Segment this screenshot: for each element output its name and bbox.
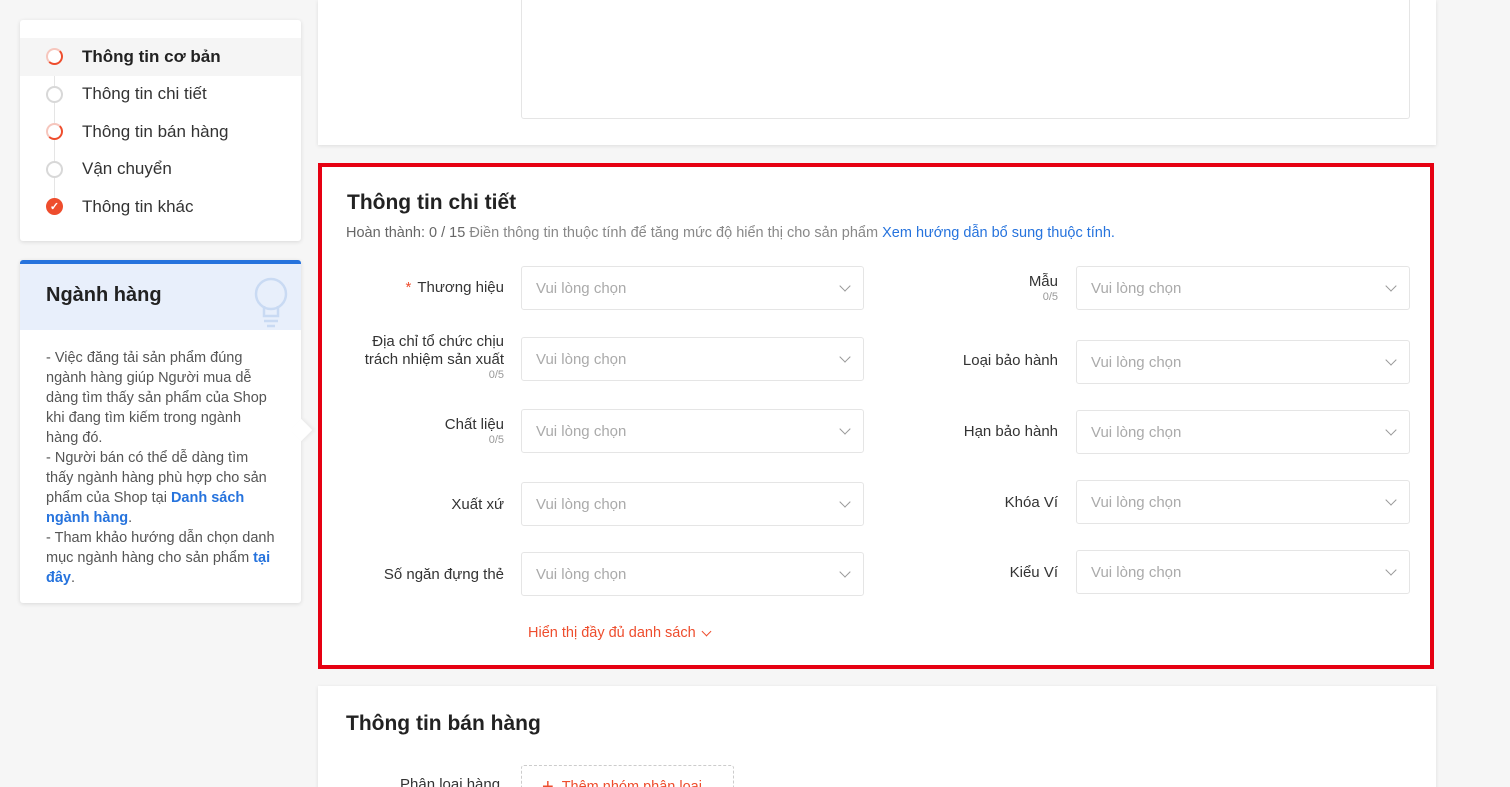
field-label-wallet-lock: Khóa Ví — [902, 494, 1058, 512]
select-placeholder: Vui lòng chọn — [1091, 423, 1182, 441]
tip-text: . — [128, 510, 133, 526]
chevron-down-icon — [701, 626, 712, 636]
attribute-guide-link[interactable]: Xem hướng dẫn bổ sung thuộc tính. — [882, 225, 1115, 241]
tip-title: Ngành hàng — [46, 284, 162, 306]
label-text: Địa chỉ tổ chức chịu trách nhiệm sản xuấ… — [364, 333, 504, 368]
progress-hint: Điền thông tin thuộc tính để tăng mức độ… — [469, 225, 879, 241]
model-select[interactable]: Vui lòng chọn — [1076, 266, 1410, 310]
basic-info-card — [318, 0, 1436, 145]
warranty-period-select[interactable]: Vui lòng chọn — [1076, 410, 1410, 454]
nav-item-other-info[interactable]: ✓ Thông tin khác — [20, 188, 301, 226]
material-select[interactable]: Vui lòng chọn — [521, 409, 864, 453]
select-placeholder: Vui lòng chọn — [536, 422, 627, 440]
tip-paragraph: - Người bán có thể dễ dàng tìm thấy ngàn… — [46, 448, 275, 528]
field-label-brand: * Thương hiệu — [346, 279, 504, 297]
tip-paragraph: - Việc đăng tải sản phẩm đúng ngành hàng… — [46, 350, 267, 446]
chevron-down-icon — [839, 423, 851, 435]
description-textarea[interactable] — [521, 0, 1410, 119]
select-placeholder: Vui lòng chọn — [1091, 279, 1182, 297]
nav-item-label: Thông tin cơ bản — [82, 46, 221, 66]
label-text: Số ngăn đựng thẻ — [383, 566, 504, 583]
counter: 0/5 — [488, 434, 504, 446]
nav-item-detail-info[interactable]: Thông tin chi tiết — [20, 76, 301, 114]
nav-item-sales-info[interactable]: Thông tin bán hàng — [20, 113, 301, 151]
field-label-card-slots: Số ngăn đựng thẻ — [346, 566, 504, 584]
counter: 0/5 — [1042, 291, 1058, 303]
select-placeholder: Vui lòng chọn — [1091, 563, 1182, 581]
required-mark: * — [405, 279, 412, 296]
chevron-down-icon — [839, 566, 851, 578]
nav-item-label: Thông tin khác — [82, 196, 194, 216]
section-title: Thông tin chi tiết — [347, 191, 517, 214]
field-label-manufacturer-address: Địa chỉ tổ chức chịu trách nhiệm sản xuấ… — [342, 333, 504, 382]
nav-item-label: Vận chuyển — [82, 159, 172, 179]
origin-select[interactable]: Vui lòng chọn — [521, 482, 864, 526]
brand-select[interactable]: Vui lòng chọn — [521, 266, 864, 310]
label-text: Hạn bảo hành — [963, 423, 1058, 440]
empty-circle-icon — [46, 85, 63, 103]
label-text: Xuất xứ — [451, 496, 504, 513]
chevron-down-icon — [1385, 494, 1397, 506]
add-variation-group-button[interactable]: + Thêm nhóm phân loại — [521, 765, 734, 787]
progress-ring-icon — [46, 123, 63, 141]
label-text: Thương hiệu — [417, 279, 504, 296]
empty-circle-icon — [46, 160, 63, 178]
field-label-warranty-period: Hạn bảo hành — [902, 423, 1058, 441]
field-label-warranty-type: Loại bảo hành — [902, 352, 1058, 370]
nav-item-label: Thông tin bán hàng — [82, 121, 229, 141]
manufacturer-address-select[interactable]: Vui lòng chọn — [521, 337, 864, 381]
chevron-down-icon — [839, 280, 851, 292]
select-placeholder: Vui lòng chọn — [536, 350, 627, 368]
select-placeholder: Vui lòng chọn — [536, 565, 627, 583]
chevron-down-icon — [1385, 564, 1397, 576]
check-circle-icon: ✓ — [46, 198, 63, 216]
section-title: Thông tin bán hàng — [346, 712, 541, 735]
progress-ring-icon — [46, 48, 63, 66]
nav-item-shipping[interactable]: Vận chuyển — [20, 151, 301, 189]
field-label-material: Chất liệu 0/5 — [346, 416, 504, 447]
select-placeholder: Vui lòng chọn — [1091, 353, 1182, 371]
chevron-down-icon — [1385, 280, 1397, 292]
completion-progress: Hoàn thành: 0 / 15 Điền thông tin thuộc … — [346, 225, 1115, 241]
select-placeholder: Vui lòng chọn — [536, 495, 627, 513]
progress-count: Hoàn thành: 0 / 15 — [346, 225, 466, 241]
show-full-list-button[interactable]: Hiển thị đầy đủ danh sách — [528, 625, 712, 641]
field-label-model: Mẫu 0/5 — [902, 273, 1058, 304]
chevron-down-icon — [839, 496, 851, 508]
field-label-origin: Xuất xứ — [346, 496, 504, 514]
variation-label: Phân loại hàng — [400, 776, 501, 787]
select-placeholder: Vui lòng chọn — [536, 279, 627, 297]
chevron-down-icon — [1385, 354, 1397, 366]
sales-info-section: Thông tin bán hàng Phân loại hàng + Thêm… — [318, 686, 1436, 787]
lightbulb-icon — [254, 277, 288, 328]
chevron-down-icon — [1385, 424, 1397, 436]
counter: 0/5 — [488, 369, 504, 381]
field-label-wallet-style: Kiểu Ví — [902, 564, 1058, 582]
label-text: Chất liệu — [444, 416, 504, 433]
section-nav: Thông tin cơ bản Thông tin chi tiết Thôn… — [20, 20, 301, 241]
nav-item-basic-info[interactable]: Thông tin cơ bản — [20, 38, 301, 76]
tip-body: - Việc đăng tải sản phẩm đúng ngành hàng… — [20, 330, 301, 588]
label-text: Khóa Ví — [1004, 494, 1058, 511]
chevron-down-icon — [839, 351, 851, 363]
tip-paragraph: - Tham khảo hướng dẫn chọn danh mục ngàn… — [46, 528, 275, 588]
label-text: Kiểu Ví — [1009, 564, 1058, 581]
nav-item-label: Thông tin chi tiết — [82, 84, 207, 104]
add-group-label: Thêm nhóm phân loại — [561, 779, 702, 787]
card-slots-select[interactable]: Vui lòng chọn — [521, 552, 864, 596]
tip-text: - Tham khảo hướng dẫn chọn danh mục ngàn… — [46, 530, 275, 566]
wallet-style-select[interactable]: Vui lòng chọn — [1076, 550, 1410, 594]
category-tip-card: Ngành hàng - Việc đăng tải sản phẩm đúng… — [20, 260, 313, 603]
label-text: Mẫu — [1028, 273, 1058, 290]
warranty-type-select[interactable]: Vui lòng chọn — [1076, 340, 1410, 384]
show-all-label: Hiển thị đầy đủ danh sách — [528, 625, 696, 641]
label-text: Loại bảo hành — [962, 352, 1058, 369]
wallet-lock-select[interactable]: Vui lòng chọn — [1076, 480, 1410, 524]
plus-icon: + — [542, 776, 554, 787]
tip-text: . — [71, 570, 76, 586]
detail-info-section: Thông tin chi tiết Hoàn thành: 0 / 15 Đi… — [318, 163, 1434, 669]
select-placeholder: Vui lòng chọn — [1091, 493, 1182, 511]
tip-header: Ngành hàng — [20, 260, 301, 330]
